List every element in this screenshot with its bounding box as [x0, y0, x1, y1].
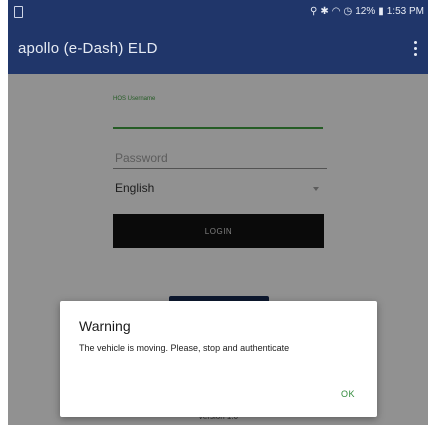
- bluetooth-icon: ✱: [320, 5, 329, 17]
- status-indicators: ⚲ ✱ ◠ ◷ 12% ▮ 1:53 PM: [310, 6, 424, 17]
- device-screen: ⚲ ✱ ◠ ◷ 12% ▮ 1:53 PM apollo (e-Dash) EL…: [8, 0, 428, 425]
- notification-icon: [14, 6, 23, 18]
- battery-percent: 12%: [355, 6, 376, 17]
- warning-dialog: Warning The vehicle is moving. Please, s…: [60, 301, 377, 417]
- dialog-message: The vehicle is moving. Please, stop and …: [79, 343, 290, 353]
- dialog-title: Warning: [79, 318, 131, 334]
- ok-button[interactable]: OK: [341, 389, 355, 399]
- more-vert-icon[interactable]: [414, 41, 418, 57]
- status-bar: ⚲ ✱ ◠ ◷ 12% ▮ 1:53 PM: [8, 0, 428, 26]
- wifi-icon: ◠: [331, 5, 341, 17]
- clock: 1:53 PM: [386, 6, 424, 17]
- app-title: apollo (e-Dash) ELD: [18, 40, 158, 57]
- alarm-icon: ◷: [343, 5, 353, 17]
- battery-icon: ▮: [378, 5, 384, 17]
- location-icon: ⚲: [310, 5, 318, 17]
- app-bar: apollo (e-Dash) ELD: [8, 26, 428, 74]
